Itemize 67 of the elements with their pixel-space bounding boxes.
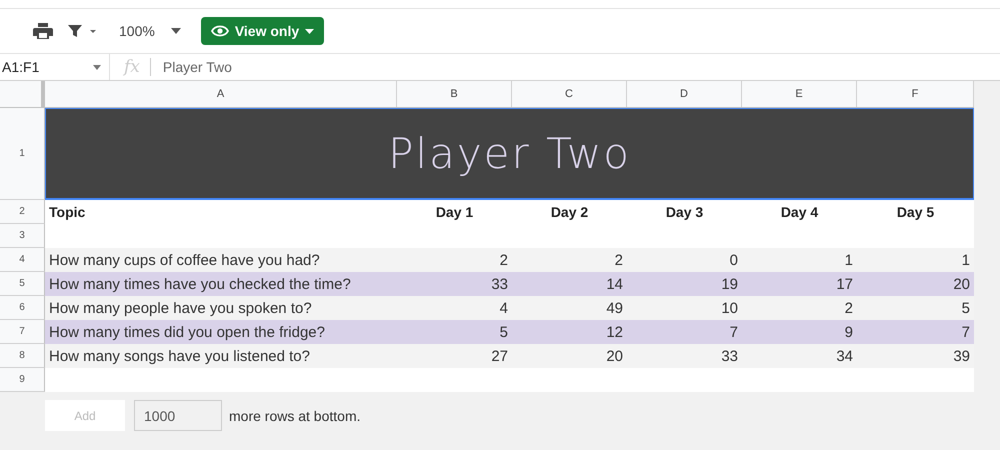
table-cell-text: 20 — [952, 274, 971, 294]
zoom-value: 100% — [119, 23, 155, 39]
row-header[interactable]: 5 — [0, 272, 45, 296]
header-cell-text: Day 3 — [664, 203, 704, 222]
table-cell-text: 34 — [835, 346, 854, 366]
header-cell-text: Topic — [48, 203, 86, 222]
table-cell-text: 33 — [720, 346, 739, 366]
row-header[interactable]: 9 — [0, 368, 45, 392]
table-cell-text: 19 — [720, 274, 739, 294]
table-cell-text: 2 — [614, 250, 624, 270]
title-cell: Player Two — [45, 108, 974, 200]
table-cell-text: 27 — [490, 346, 509, 366]
table-cell-text: 2 — [844, 298, 854, 318]
row-header[interactable]: 1 — [0, 108, 45, 200]
header-cell-text: Day 1 — [434, 203, 474, 222]
row-header[interactable]: 7 — [0, 320, 45, 344]
column-header[interactable]: B — [397, 81, 512, 107]
table-cell-text: 12 — [605, 322, 624, 342]
column-header[interactable]: D — [627, 81, 742, 107]
row-header[interactable]: 8 — [0, 344, 45, 368]
name-box[interactable]: A1:F1 — [0, 54, 110, 80]
footer-text: more rows at bottom. — [229, 408, 360, 424]
caret-icon[interactable] — [93, 64, 101, 70]
table-cell-text: 39 — [952, 346, 971, 366]
row-header[interactable]: 2 — [0, 200, 45, 224]
view-only-button[interactable]: View only — [200, 17, 324, 45]
table-cell-text: 0 — [728, 250, 739, 270]
column-header[interactable]: F — [857, 81, 974, 107]
filter-button[interactable] — [67, 23, 97, 39]
table-cell-text: How many people have you spoken to? — [48, 298, 313, 318]
caret-icon[interactable] — [170, 28, 181, 34]
header-cell-text: Day 5 — [896, 203, 936, 222]
table-cell-text: 10 — [720, 298, 739, 318]
eye-icon[interactable] — [210, 25, 229, 37]
table-cell-text: 5 — [960, 298, 971, 318]
filter-icon[interactable] — [67, 23, 83, 39]
header-cell-text: Day 4 — [780, 203, 820, 222]
print-icon[interactable] — [33, 22, 53, 40]
column-header[interactable]: C — [512, 81, 627, 107]
table-cell-text: 20 — [605, 346, 624, 366]
table-cell-text: How many songs have you listened to? — [48, 346, 311, 366]
table-cell-text: 1 — [960, 250, 971, 270]
rows-field[interactable]: 1000 — [134, 400, 222, 431]
table-cell-text: 14 — [605, 274, 624, 294]
table-cell-text: How many times have you checked the time? — [48, 274, 352, 294]
table-cell-text: 7 — [728, 322, 739, 342]
table-cell-text: How many cups of coffee have you had? — [48, 250, 321, 270]
row-header[interactable]: 6 — [0, 296, 45, 320]
table-cell-text: 17 — [835, 274, 854, 294]
table-cell-text: How many times did you open the fridge? — [48, 322, 326, 342]
caret-icon[interactable] — [305, 28, 314, 34]
column-header[interactable]: A — [45, 81, 397, 107]
table-cell-text: 33 — [490, 274, 509, 294]
column-header[interactable]: E — [742, 81, 857, 107]
table-cell-text: 9 — [844, 322, 854, 342]
table-cell-text: 2 — [498, 250, 509, 270]
table-cell-text: 49 — [605, 298, 624, 318]
table-cell-text: 7 — [960, 322, 971, 342]
row-header[interactable]: 4 — [0, 248, 45, 272]
caret-icon[interactable] — [89, 28, 97, 34]
header-cell-text: Day 2 — [550, 203, 590, 222]
table-cell-text: 4 — [498, 298, 509, 318]
table-cell-text: 5 — [498, 322, 509, 342]
row-header[interactable]: 3 — [0, 224, 45, 248]
zoom-select[interactable]: 100% — [119, 23, 181, 39]
table-cell-text: 1 — [844, 250, 854, 270]
formula-value: Player Two — [162, 59, 232, 75]
